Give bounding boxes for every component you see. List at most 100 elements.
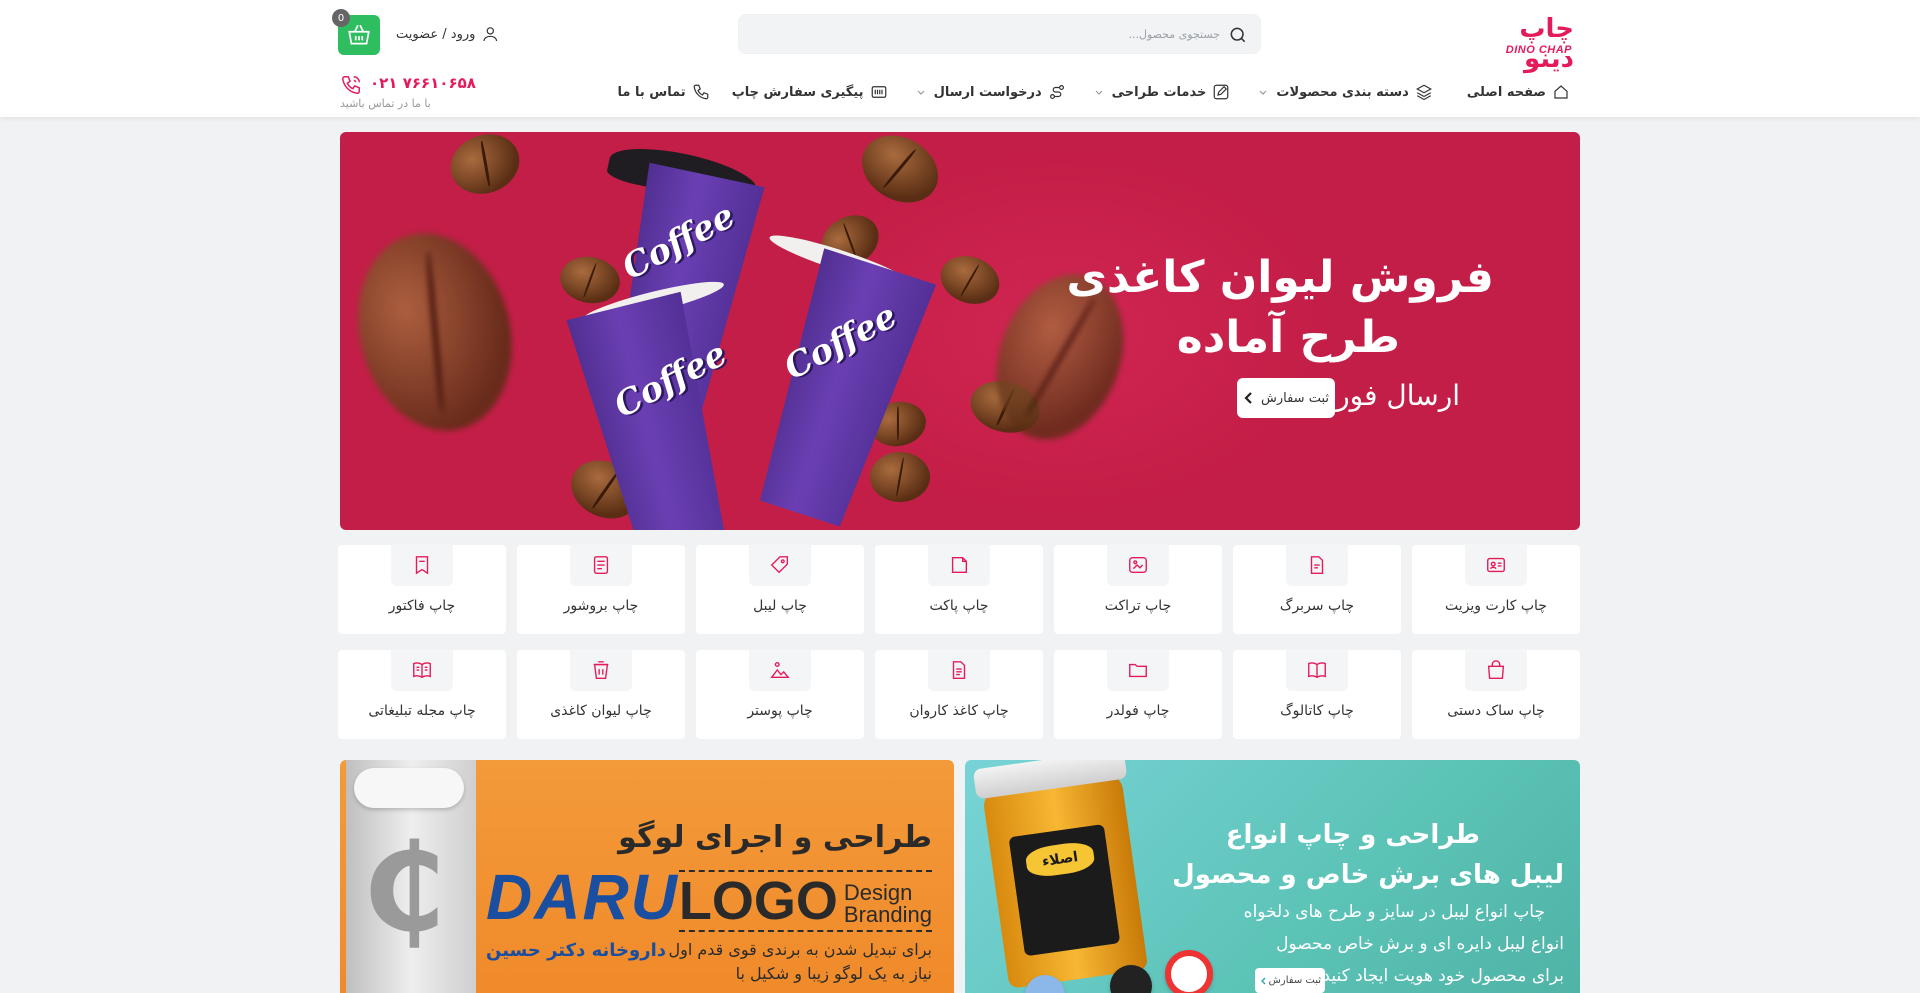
category-card-business-card[interactable]: چاپ کارت ویزیت bbox=[1412, 544, 1580, 634]
support-phone[interactable]: ۰۲۱ ۷۶۶۱۰۶۵۸ با ما در تماس باشید bbox=[340, 72, 480, 112]
chevron-left-icon bbox=[1244, 392, 1252, 404]
category-label: چاپ لیبل bbox=[753, 598, 807, 614]
magazine-icon bbox=[413, 662, 431, 679]
bag-icon bbox=[1487, 660, 1505, 679]
category-icon-box bbox=[1286, 649, 1348, 691]
label-banner-desc3: برای محصول خود هویت ایجاد کنید bbox=[1322, 966, 1564, 986]
site-logo[interactable]: چاپ دینو DINO CHAP bbox=[1478, 14, 1575, 74]
chevron-left-icon bbox=[1260, 976, 1266, 985]
logo-desc-line2: نیاز به یک لوگو زیبا و شکیل با bbox=[735, 964, 932, 983]
category-card-magazine[interactable]: چاپ مجله تبلیغاتی bbox=[338, 649, 506, 739]
category-label: چاپ کاتالوگ bbox=[1280, 703, 1354, 719]
nav-contact[interactable]: تماس با ما bbox=[618, 83, 710, 101]
nav-home-label: صفحه اصلی bbox=[1466, 84, 1546, 100]
logo-sub-design: Design bbox=[843, 880, 913, 905]
id-card-icon bbox=[1487, 557, 1505, 573]
chevron-down-icon bbox=[917, 90, 924, 95]
category-card-poster[interactable]: چاپ پوستر bbox=[696, 649, 864, 739]
basket-icon bbox=[348, 24, 370, 45]
book-icon bbox=[1308, 662, 1326, 679]
category-label: چاپ لیوان کاغذی bbox=[550, 703, 652, 719]
category-icon-box bbox=[749, 544, 811, 586]
logo-desc-line1: برای تبدیل شدن به برندی قوی قدم اول bbox=[668, 940, 932, 959]
logo-banner-description: برای تبدیل شدن به برندی قوی قدم اول نیاز… bbox=[668, 938, 932, 986]
login-button[interactable]: ورود / عضویت bbox=[396, 20, 500, 48]
category-card-envelope[interactable]: چاپ پاکت bbox=[875, 544, 1043, 634]
label-banner-desc1: چاپ انواع لیبل در سایز و طرح های دلخواه bbox=[1243, 902, 1545, 922]
hero-order-button[interactable]: ثبت سفارش bbox=[1237, 378, 1335, 418]
category-card-flyer[interactable]: چاپ تراکت bbox=[1054, 544, 1222, 634]
nav-categories-label: دسته بندی محصولات bbox=[1276, 84, 1409, 100]
category-label: چاپ بروشور bbox=[563, 598, 639, 614]
flyer-icon bbox=[1129, 556, 1147, 574]
category-card-brochure[interactable]: چاپ بروشور bbox=[517, 544, 685, 634]
jar-label-image: اصلاء bbox=[1008, 824, 1121, 957]
category-card-invoice[interactable]: چاپ فاکتور bbox=[338, 544, 506, 634]
category-icon-box bbox=[391, 649, 453, 691]
tag-icon bbox=[770, 556, 789, 574]
coffee-bean-image bbox=[340, 215, 534, 449]
category-label: چاپ فولدر bbox=[1106, 703, 1170, 719]
edit-icon bbox=[1214, 84, 1229, 100]
chevron-down-icon bbox=[1259, 90, 1267, 95]
category-card-carbonless-paper[interactable]: چاپ کاغذ کاروان bbox=[875, 649, 1043, 739]
hero-banner[interactable]: Coffee Coffee Coffee فروش لیوان کاغذی طر… bbox=[340, 132, 1580, 530]
category-icon-box bbox=[570, 544, 632, 586]
logo-design-wordmark: LOGO Design Branding bbox=[678, 870, 932, 932]
poster-icon bbox=[770, 661, 790, 679]
category-label: چاپ پوستر bbox=[747, 703, 813, 719]
layers-icon bbox=[1415, 84, 1432, 101]
hero-order-label: ثبت سفارش bbox=[1260, 390, 1329, 406]
cart-count-badge: 0 bbox=[332, 9, 350, 27]
category-label: چاپ کارت ویزیت bbox=[1445, 598, 1547, 614]
category-icon-box bbox=[1107, 649, 1169, 691]
category-label: چاپ فاکتور bbox=[388, 598, 456, 614]
nav-home[interactable]: صفحه اصلی bbox=[1467, 83, 1570, 101]
header: چاپ دینو DINO CHAP ورود / عضویت 0 صفحه ا… bbox=[0, 0, 1920, 117]
logo-text-en: DINO CHAP bbox=[1505, 44, 1572, 56]
nav-contact-label: تماس با ما bbox=[617, 84, 686, 100]
nav-design-services[interactable]: خدمات طراحی bbox=[1094, 83, 1231, 101]
category-card-shopping-bag[interactable]: چاپ ساک دستی bbox=[1412, 649, 1580, 739]
category-card-catalog[interactable]: چاپ کاتالوگ bbox=[1233, 649, 1401, 739]
coffee-bean-image bbox=[442, 132, 528, 204]
category-icon-box bbox=[1465, 544, 1527, 586]
barcode-icon bbox=[871, 86, 886, 98]
cart-button[interactable]: 0 bbox=[332, 9, 380, 55]
category-card-folder[interactable]: چاپ فولدر bbox=[1054, 649, 1222, 739]
route-icon bbox=[1049, 85, 1064, 99]
main-nav: صفحه اصلی دسته بندی محصولات خدمات طراحی … bbox=[618, 80, 1570, 104]
category-icon-box bbox=[570, 649, 632, 691]
sticker-image bbox=[1110, 965, 1152, 993]
phone-icon bbox=[693, 84, 709, 100]
category-card-label[interactable]: چاپ لیبل bbox=[696, 544, 864, 634]
label-order-label: ثبت سفارش bbox=[1268, 975, 1321, 986]
logo-design-banner[interactable]: ₵ DARU داروخانه دکتر حسین طراحی و اجرای … bbox=[340, 760, 954, 993]
document-icon bbox=[952, 661, 966, 679]
nav-order-tracking[interactable]: پیگیری سفارش چاپ bbox=[732, 83, 888, 101]
phone-subtitle: با ما در تماس باشید bbox=[340, 97, 431, 110]
label-print-banner[interactable]: اصلاء طراحی و چاپ انواع لیبل های برش خاص… bbox=[965, 760, 1580, 993]
login-label: ورود / عضویت bbox=[396, 26, 476, 42]
sample-brand-logo: DARU bbox=[486, 861, 679, 933]
search-icon[interactable] bbox=[1228, 25, 1248, 45]
category-icon-box bbox=[1465, 649, 1527, 691]
envelope-icon bbox=[951, 556, 968, 574]
category-icon-box bbox=[928, 649, 990, 691]
category-label: چاپ ساک دستی bbox=[1447, 703, 1545, 719]
category-card-letterhead[interactable]: چاپ سربرگ bbox=[1233, 544, 1401, 634]
brand-symbol-image: ₵ bbox=[362, 820, 446, 959]
search-input[interactable] bbox=[760, 15, 1220, 53]
category-icon-box bbox=[1286, 544, 1348, 586]
category-label: چاپ مجله تبلیغاتی bbox=[368, 703, 476, 719]
label-order-button[interactable]: ثبت سفارش bbox=[1255, 968, 1325, 993]
nav-categories[interactable]: دسته بندی محصولات bbox=[1258, 83, 1432, 101]
nav-design-label: خدمات طراحی bbox=[1111, 84, 1207, 100]
label-banner-desc2: انواع لیبل دایره ای و برش خاص محصول bbox=[1276, 934, 1564, 954]
nav-shipping-label: درخواست ارسال bbox=[933, 84, 1042, 100]
category-card-paper-cup[interactable]: چاپ لیوان کاغذی bbox=[517, 649, 685, 739]
receipt-icon bbox=[415, 556, 429, 575]
logo-sub-branding: Branding bbox=[843, 902, 932, 927]
phone-call-icon bbox=[342, 76, 360, 94]
nav-shipping-request[interactable]: درخواست ارسال bbox=[916, 83, 1066, 101]
